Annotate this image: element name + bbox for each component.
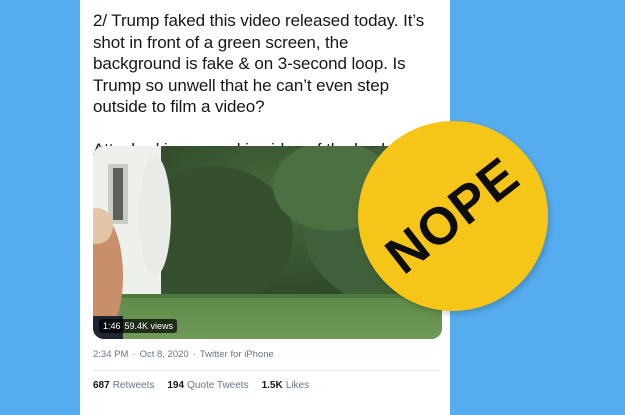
video-duration: 1:46 — [103, 321, 121, 331]
quote-tweets-stat[interactable]: 194 Quote Tweets — [167, 380, 248, 391]
meta-separator: · — [192, 349, 196, 360]
tweet-time: 2:34 PM — [93, 349, 129, 360]
divider — [93, 370, 437, 371]
quote-tweets-label: Quote Tweets — [187, 380, 249, 391]
tweet-stats: 687 Retweets 194 Quote Tweets 1.5K Likes — [93, 380, 309, 391]
likes-count: 1.5K — [261, 380, 283, 391]
tweet-date: Oct 8, 2020 — [139, 349, 189, 360]
video-views: 59.4K views — [124, 321, 174, 331]
video-duration-badge: 1:46 59.4K views — [99, 319, 178, 333]
tweet-source[interactable]: Twitter for iPhone — [200, 349, 274, 360]
retweets-stat[interactable]: 687 Retweets — [93, 380, 154, 391]
likes-stat[interactable]: 1.5K Likes — [262, 380, 309, 391]
meta-separator: · — [132, 349, 136, 360]
retweets-count: 687 — [93, 380, 110, 391]
tweet-timestamp[interactable]: 2:34 PM · Oct 8, 2020 · Twitter for iPho… — [93, 349, 274, 360]
nope-sticker: NOPE — [358, 121, 548, 311]
quote-tweets-count: 194 — [167, 380, 185, 391]
retweets-label: Retweets — [112, 380, 155, 391]
likes-label: Likes — [285, 380, 310, 391]
sticker-text: NOPE — [375, 146, 531, 286]
